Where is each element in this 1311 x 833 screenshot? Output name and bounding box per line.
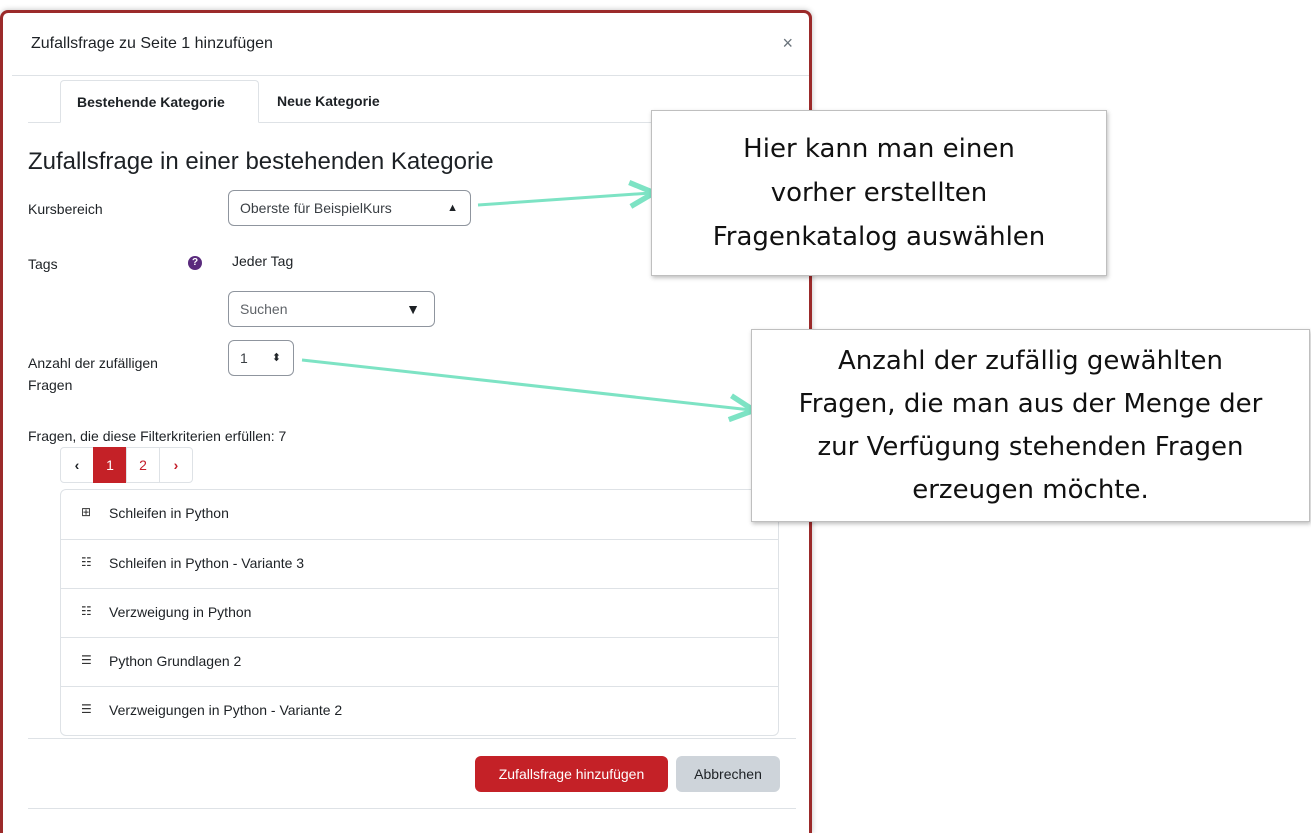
- footer-divider: [28, 738, 796, 739]
- kursbereich-label: Kursbereich: [28, 201, 103, 217]
- cancel-button[interactable]: Abbrechen: [676, 756, 780, 792]
- tags-value: Jeder Tag: [232, 253, 294, 269]
- anzahl-select[interactable]: 1 ⬍: [228, 340, 294, 376]
- footer-divider-bottom: [28, 808, 796, 809]
- question-label: Verzweigungen in Python - Variante 2: [109, 702, 343, 718]
- list-icon: ☰: [81, 702, 92, 716]
- pagination-next-icon[interactable]: ›: [159, 447, 193, 483]
- callout-line: vorher erstellten: [770, 178, 988, 208]
- tags-label: Tags: [28, 256, 58, 272]
- callout-line: zur Verfügung stehenden Fragen: [817, 431, 1244, 462]
- kursbereich-select[interactable]: Oberste für BeispielKurs ▲: [228, 190, 471, 226]
- list-item[interactable]: ☷ Schleifen in Python - Variante 3: [61, 539, 778, 588]
- anzahl-label-line1: Anzahl der zufälligen: [28, 355, 158, 371]
- section-heading: Zufallsfrage in einer bestehenden Katego…: [28, 148, 494, 175]
- add-random-question-button[interactable]: Zufallsfrage hinzufügen: [475, 756, 668, 792]
- question-label: Python Grundlagen 2: [109, 653, 242, 669]
- pagination: ‹ 1 2 ›: [60, 447, 193, 483]
- ordering-icon: ☷: [81, 604, 92, 618]
- list-item[interactable]: ☰ Verzweigungen in Python - Variante 2: [61, 686, 778, 735]
- list-item[interactable]: ☰ Python Grundlagen 2: [61, 637, 778, 686]
- callout-kategorie: Hier kann man einen vorher erstellten Fr…: [651, 110, 1107, 276]
- question-list: ⊞ Schleifen in Python ☷ Schleifen in Pyt…: [60, 489, 779, 736]
- list-item[interactable]: ☷ Verzweigung in Python: [61, 588, 778, 637]
- callout-line: Fragen, die man aus der Menge der: [798, 388, 1263, 419]
- dialog-title: Zufallsfrage zu Seite 1 hinzufügen: [31, 35, 273, 52]
- close-icon[interactable]: ×: [782, 33, 793, 54]
- question-label: Verzweigung in Python: [109, 604, 252, 620]
- anzahl-label-line2: Fragen: [28, 377, 73, 393]
- dropdown-triangle-icon: ▼: [406, 301, 420, 317]
- select-arrows-icon: ▲: [447, 202, 458, 214]
- ordering-icon: ☷: [81, 555, 92, 569]
- pagination-page-2[interactable]: 2: [126, 447, 160, 483]
- kursbereich-select-value: Oberste für BeispielKurs: [240, 200, 392, 216]
- pagination-page-1[interactable]: 1: [93, 447, 127, 483]
- anzahl-label: Anzahl der zufälligen Fragen: [28, 352, 158, 396]
- help-icon[interactable]: ?: [188, 256, 202, 270]
- callout-line: Hier kann man einen: [743, 134, 1015, 164]
- question-label: Schleifen in Python - Variante 3: [109, 555, 305, 571]
- callout-line: Anzahl der zufällig gewählten: [837, 345, 1223, 376]
- drag-drop-icon: ⊞: [81, 505, 92, 519]
- tab-new-category[interactable]: Neue Kategorie: [261, 80, 411, 123]
- question-label: Schleifen in Python: [109, 505, 229, 521]
- list-icon: ☰: [81, 653, 92, 667]
- callout-line: Fragenkatalog auswählen: [712, 222, 1046, 252]
- anzahl-select-value: 1: [240, 350, 248, 366]
- tags-search-select[interactable]: Suchen ▼: [228, 291, 435, 327]
- tags-search-placeholder: Suchen: [240, 301, 288, 317]
- tab-existing-category[interactable]: Bestehende Kategorie: [60, 80, 259, 123]
- select-arrows-icon: ⬍: [271, 352, 281, 364]
- callout-anzahl: Anzahl der zufällig gewählten Fragen, di…: [751, 329, 1310, 522]
- filter-summary: Fragen, die diese Filterkriterien erfüll…: [28, 428, 287, 444]
- pagination-prev-icon[interactable]: ‹: [60, 447, 94, 483]
- list-item[interactable]: ⊞ Schleifen in Python: [61, 490, 778, 539]
- callout-line: erzeugen möchte.: [912, 474, 1149, 505]
- dialog-header: Zufallsfrage zu Seite 1 hinzufügen ×: [12, 13, 809, 76]
